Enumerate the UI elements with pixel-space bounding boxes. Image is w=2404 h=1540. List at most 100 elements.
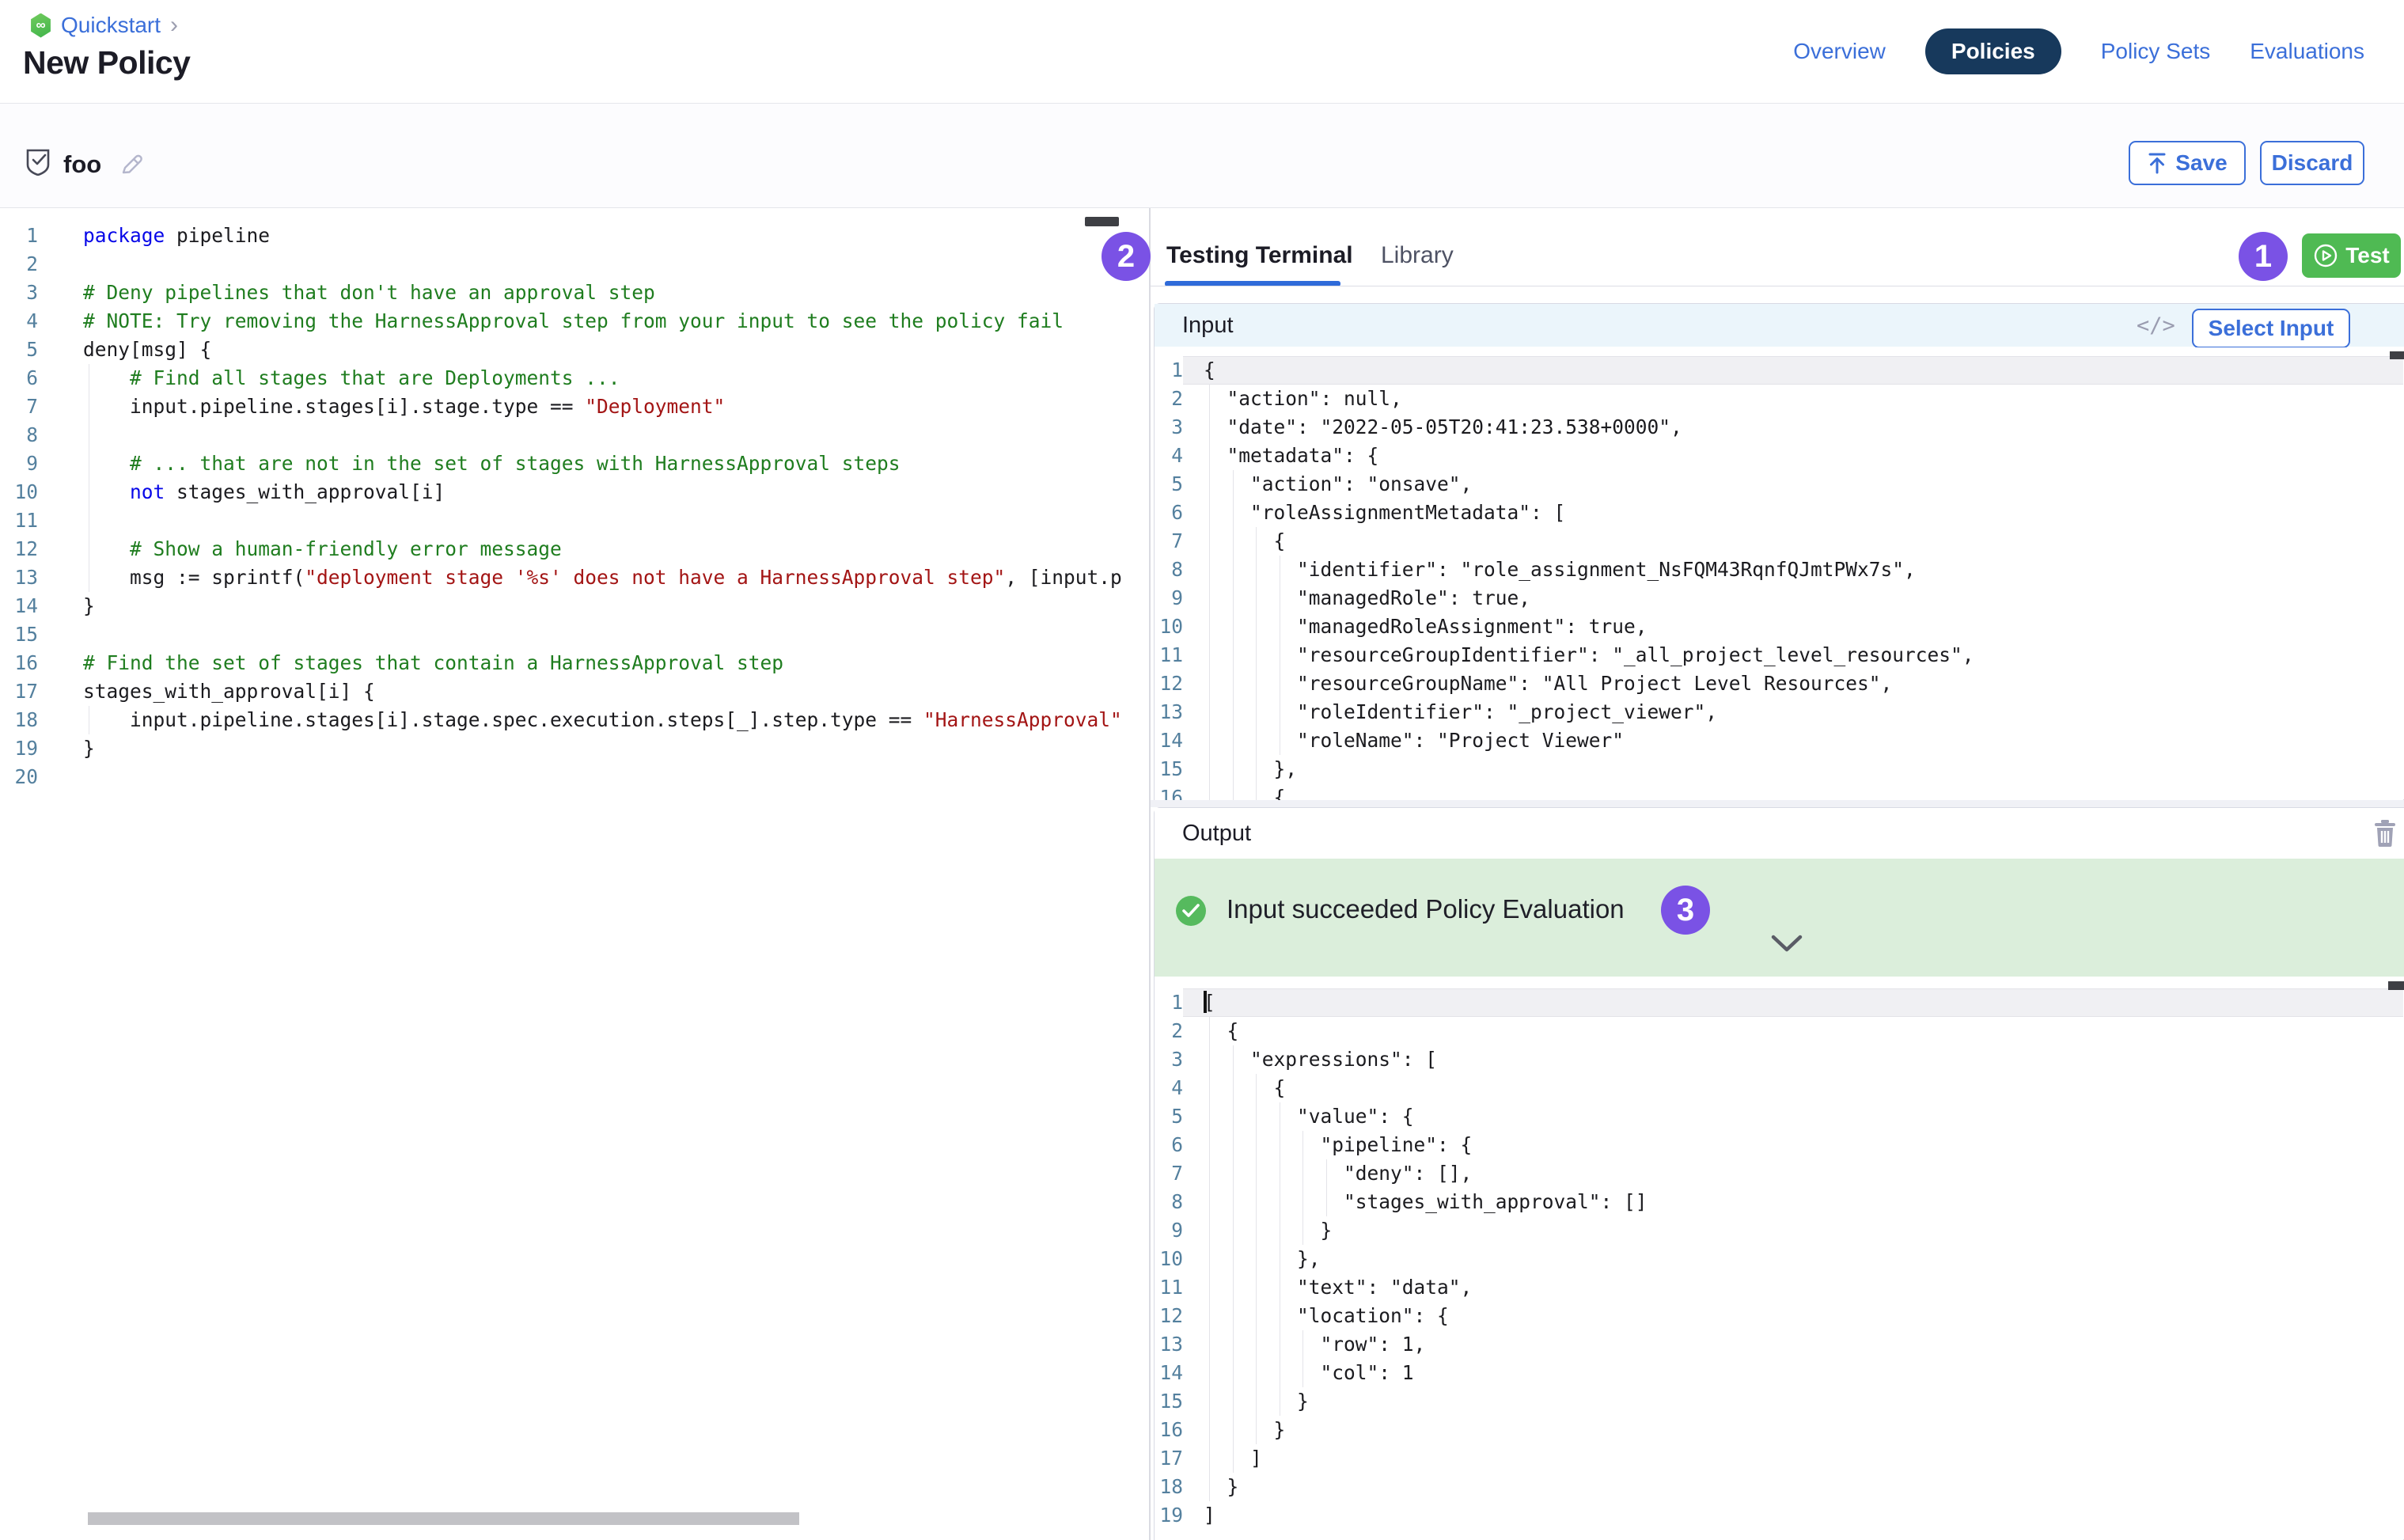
code-line[interactable]: 12 "location": {	[1155, 1302, 2403, 1330]
code-line-content: input.pipeline.stages[i].stage.type == "…	[38, 393, 1149, 421]
code-line[interactable]: 11 "resourceGroupIdentifier": "_all_proj…	[1155, 641, 2403, 669]
nav-tab-policies[interactable]: Policies	[1925, 28, 2061, 74]
code-line[interactable]: 5 "value": {	[1155, 1102, 2403, 1131]
code-line-content: {	[1183, 1074, 2403, 1102]
code-line[interactable]: 15	[0, 620, 1149, 649]
code-line[interactable]: 13 "row": 1,	[1155, 1330, 2403, 1359]
cards-gap	[1151, 800, 2404, 807]
policy-code-editor[interactable]: 1package pipeline23# Deny pipelines that…	[0, 208, 1149, 1519]
line-number: 5	[1155, 1102, 1183, 1131]
code-line[interactable]: 5 "action": "onsave",	[1155, 470, 2403, 499]
line-number: 18	[0, 706, 38, 734]
code-line[interactable]: 5deny[msg] {	[0, 336, 1149, 364]
code-line[interactable]: 14 "col": 1	[1155, 1359, 2403, 1387]
code-line[interactable]: 1package pipeline	[0, 222, 1149, 250]
code-line[interactable]: 9 "managedRole": true,	[1155, 584, 2403, 613]
annotation-circle-3: 3	[1661, 886, 1710, 935]
code-line[interactable]: 7 {	[1155, 527, 2403, 556]
code-line[interactable]: 10 "managedRoleAssignment": true,	[1155, 613, 2403, 641]
code-line[interactable]: 1[	[1155, 988, 2403, 1017]
editor-horizontal-scrollbar[interactable]	[88, 1512, 799, 1525]
code-line[interactable]: 20	[0, 763, 1149, 791]
tab-library[interactable]: Library	[1381, 242, 1454, 269]
code-line[interactable]: 3 "expressions": [	[1155, 1045, 2403, 1074]
code-line[interactable]: 16 }	[1155, 1416, 2403, 1444]
code-line-content: }	[1183, 1216, 2403, 1245]
tab-testing-terminal[interactable]: Testing Terminal	[1166, 242, 1353, 269]
code-line[interactable]: 3 "date": "2022-05-05T20:41:23.538+0000"…	[1155, 413, 2403, 442]
code-line[interactable]: 8 "stages_with_approval": []	[1155, 1188, 2403, 1216]
trash-icon[interactable]	[2374, 820, 2396, 851]
line-number: 15	[1155, 755, 1183, 783]
code-line[interactable]: 14}	[0, 592, 1149, 620]
pane-divider[interactable]	[1149, 208, 1151, 1540]
code-line[interactable]: 18 input.pipeline.stages[i].stage.spec.e…	[0, 706, 1149, 734]
code-line[interactable]: 6 # Find all stages that are Deployments…	[0, 364, 1149, 393]
code-line[interactable]: 18 }	[1155, 1473, 2403, 1501]
code-line[interactable]: 17stages_with_approval[i] {	[0, 677, 1149, 706]
code-line[interactable]: 12 "resourceGroupName": "All Project Lev…	[1155, 669, 2403, 698]
line-number: 10	[0, 478, 38, 506]
code-line[interactable]: 11	[0, 506, 1149, 535]
code-line[interactable]: 2 "action": null,	[1155, 385, 2403, 413]
input-scrollbar-thumb[interactable]	[2390, 351, 2404, 359]
code-line[interactable]: 6 "roleAssignmentMetadata": [	[1155, 499, 2403, 527]
code-line[interactable]: 10 },	[1155, 1245, 2403, 1273]
nav-tab-policy-sets[interactable]: Policy Sets	[2101, 39, 2211, 64]
code-line[interactable]: 15 }	[1155, 1387, 2403, 1416]
code-line-content: "text": "data",	[1183, 1273, 2403, 1302]
code-line[interactable]: 4 "metadata": {	[1155, 442, 2403, 470]
code-line-content: "action": null,	[1183, 385, 2403, 413]
code-line[interactable]: 4# NOTE: Try removing the HarnessApprova…	[0, 307, 1149, 336]
line-number: 4	[1155, 442, 1183, 470]
code-line[interactable]: 12 # Show a human-friendly error message	[0, 535, 1149, 563]
output-scrollbar-thumb[interactable]	[2388, 981, 2404, 990]
code-line-content: }	[1183, 1387, 2403, 1416]
breadcrumb-project-link[interactable]: Quickstart	[61, 13, 161, 38]
code-line[interactable]: 15 },	[1155, 755, 2403, 783]
code-line[interactable]: 7 input.pipeline.stages[i].stage.type ==…	[0, 393, 1149, 421]
code-line[interactable]: 16# Find the set of stages that contain …	[0, 649, 1149, 677]
code-line[interactable]: 2 {	[1155, 1017, 2403, 1045]
code-line[interactable]: 10 not stages_with_approval[i]	[0, 478, 1149, 506]
save-button[interactable]: Save	[2129, 141, 2246, 185]
edit-pencil-icon[interactable]	[119, 152, 144, 181]
code-line[interactable]: 14 "roleName": "Project Viewer"	[1155, 726, 2403, 755]
editor-scrollbar-thumb[interactable]	[1085, 217, 1119, 226]
code-line[interactable]: 17 ]	[1155, 1444, 2403, 1473]
nav-tab-overview[interactable]: Overview	[1793, 39, 1886, 64]
code-line[interactable]: 8	[0, 421, 1149, 449]
nav-tab-evaluations[interactable]: Evaluations	[2250, 39, 2364, 64]
discard-button[interactable]: Discard	[2260, 141, 2364, 185]
input-json-editor[interactable]: 1{2 "action": null,3 "date": "2022-05-05…	[1155, 347, 2403, 808]
code-view-icon[interactable]: </>	[2137, 313, 2175, 338]
line-number: 17	[1155, 1444, 1183, 1473]
code-line[interactable]: 13 msg := sprintf("deployment stage '%s'…	[0, 563, 1149, 592]
code-line[interactable]: 4 {	[1155, 1074, 2403, 1102]
output-json-editor[interactable]: 1[2 {3 "expressions": [4 {5 "value": {6 …	[1155, 980, 2403, 1540]
code-line[interactable]: 8 "identifier": "role_assignment_NsFQM43…	[1155, 556, 2403, 584]
line-number: 6	[0, 364, 38, 393]
new-policy-page: ∞ Quickstart › New Policy Overview Polic…	[0, 0, 2404, 1540]
code-line[interactable]: 19]	[1155, 1501, 2403, 1530]
code-line[interactable]: 11 "text": "data",	[1155, 1273, 2403, 1302]
chevron-down-icon[interactable]	[1770, 934, 1803, 957]
line-number: 15	[1155, 1387, 1183, 1416]
code-line[interactable]: 3# Deny pipelines that don't have an app…	[0, 279, 1149, 307]
select-input-button[interactable]: Select Input	[2192, 309, 2350, 348]
code-line[interactable]: 2	[0, 250, 1149, 279]
code-line[interactable]: 6 "pipeline": {	[1155, 1131, 2403, 1159]
code-line[interactable]: 1{	[1155, 356, 2403, 385]
code-line[interactable]: 9 # ... that are not in the set of stage…	[0, 449, 1149, 478]
line-number: 3	[1155, 413, 1183, 442]
code-line-content: # Find the set of stages that contain a …	[38, 649, 1149, 677]
code-line[interactable]: 7 "deny": [],	[1155, 1159, 2403, 1188]
line-number: 7	[0, 393, 38, 421]
code-line[interactable]: 13 "roleIdentifier": "_project_viewer",	[1155, 698, 2403, 726]
code-line-content	[38, 763, 1149, 791]
test-button[interactable]: Test	[2302, 233, 2401, 278]
code-line[interactable]: 19}	[0, 734, 1149, 763]
code-line[interactable]: 9 }	[1155, 1216, 2403, 1245]
code-line-content: "location": {	[1183, 1302, 2403, 1330]
top-nav: Overview Policies Policy Sets Evaluation…	[1793, 0, 2364, 103]
